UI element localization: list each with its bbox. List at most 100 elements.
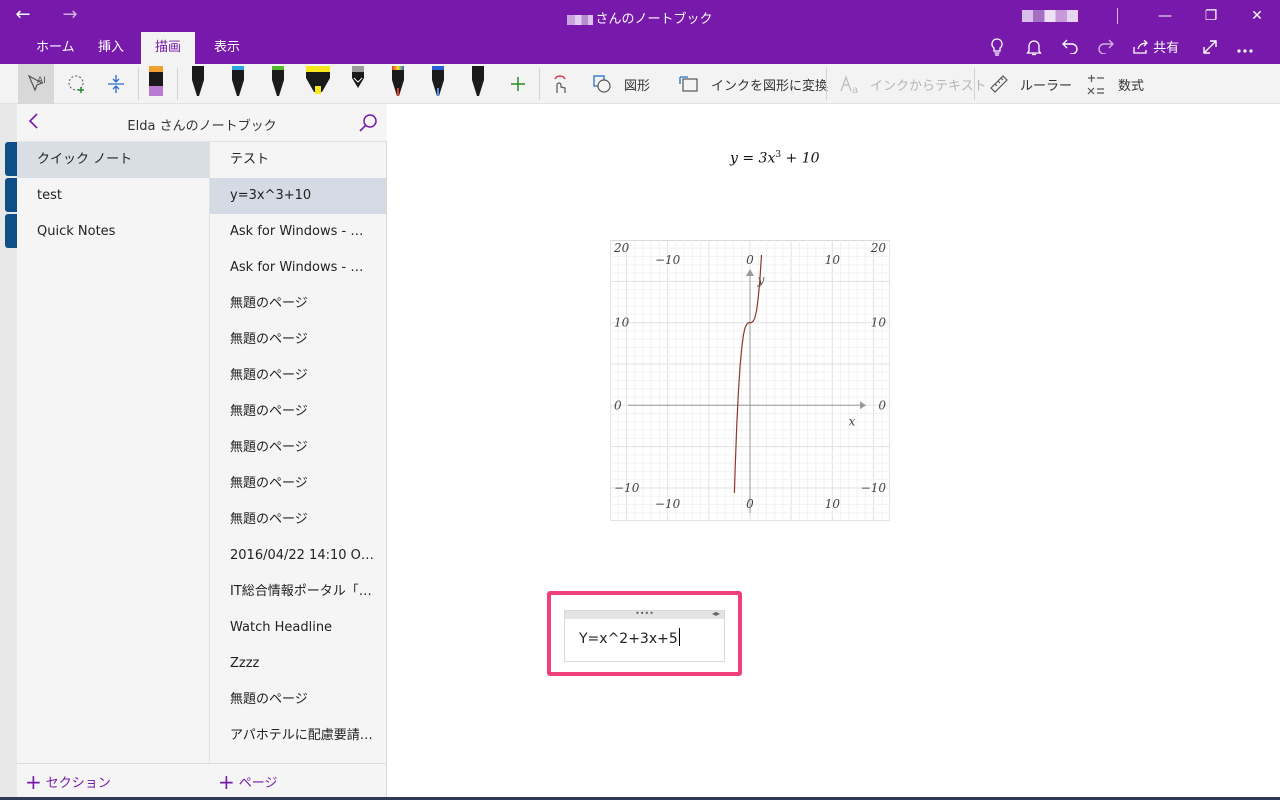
tick-label-x: 0 <box>746 497 754 511</box>
equation-prefix: y = 3x <box>730 150 776 167</box>
section-color-tab[interactable] <box>5 178 17 212</box>
text-container[interactable]: •••• ◂▸ Y=x^2+3x+5 <box>564 610 725 662</box>
ruler-button[interactable]: ルーラー <box>988 64 1072 104</box>
expand-icon[interactable] <box>1199 38 1221 60</box>
tick-label-y: −10 <box>861 481 887 495</box>
page-item[interactable]: y=3x^3+10 <box>210 178 386 214</box>
ink-to-shape-button[interactable]: インクを図形に変換 <box>678 64 828 104</box>
lasso-select-button[interactable] <box>60 64 94 104</box>
tab-view[interactable]: 表示 <box>200 32 254 64</box>
page-item[interactable]: 無題のページ <box>210 502 386 538</box>
section-color-tab[interactable] <box>5 214 17 248</box>
insert-space-icon <box>108 75 124 93</box>
section-item-quick-note[interactable]: クイック ノート <box>17 142 209 178</box>
page-item[interactable]: Ask for Windows - Win... <box>210 214 386 250</box>
tick-label-x: −10 <box>655 253 681 267</box>
notebook-title[interactable]: Elda さんのノートブック <box>17 115 387 134</box>
lightbulb-icon[interactable] <box>986 38 1008 60</box>
title-bar: ← → さんのノートブック — ❐ ✕ <box>0 0 1280 32</box>
math-button[interactable]: 数式 <box>1086 64 1144 104</box>
function-graph[interactable]: −10 0 10−10 0 1020 2010 100 0−10 −10xy <box>610 240 890 521</box>
equation-suffix: + 10 <box>781 150 820 167</box>
tick-label-y: 0 <box>878 398 886 412</box>
pen-black-2[interactable] <box>468 64 488 104</box>
toolbar-separator <box>539 68 540 100</box>
share-icon <box>1133 39 1148 54</box>
notebook-color-strip <box>0 104 17 800</box>
plus-icon <box>511 77 525 91</box>
ink-to-text-button[interactable]: a インクからテキスト <box>838 64 987 104</box>
pencil-gray[interactable] <box>348 64 368 104</box>
ribbon-tabbar: ホーム 挿入 描画 表示 共有 <box>0 32 1280 64</box>
pen-black[interactable] <box>188 64 208 104</box>
share-button[interactable]: 共有 <box>1133 38 1183 60</box>
page-item[interactable]: テスト <box>210 142 386 178</box>
plus-icon: + <box>218 770 235 794</box>
page-item[interactable]: 2016/04/22 14:10 Offic... <box>210 538 386 574</box>
svg-text:AI: AI <box>37 76 46 86</box>
close-button[interactable]: ✕ <box>1234 0 1280 32</box>
type-select-icon: AI <box>27 74 46 92</box>
page-item[interactable]: 無題のページ <box>210 322 386 358</box>
equation-text[interactable]: y = 3x3 + 10 <box>730 150 820 167</box>
touch-draw-button[interactable] <box>546 64 572 104</box>
pen-green[interactable] <box>268 64 288 104</box>
ruler-label: ルーラー <box>1020 78 1073 94</box>
pen-blue[interactable] <box>228 64 248 104</box>
section-item-test[interactable]: test <box>17 178 209 214</box>
page-item[interactable]: Zzzz <box>210 646 386 682</box>
lasso-text-select-button[interactable]: AI <box>18 64 54 104</box>
page-item[interactable]: Watch Headline <box>210 610 386 646</box>
equation-input-value: Y=x^2+3x+5 <box>579 631 678 647</box>
container-grip[interactable]: •••• ◂▸ <box>565 610 724 619</box>
shapes-button[interactable]: 図形 <box>592 64 650 104</box>
redacted-name <box>567 14 594 25</box>
share-label: 共有 <box>1153 41 1180 56</box>
page-item[interactable]: 無題のページ <box>210 358 386 394</box>
tick-label-y: 20 <box>870 241 887 255</box>
page-item[interactable]: IT総合情報ポータル「ITm... <box>210 574 386 610</box>
plus-icon: + <box>25 770 42 794</box>
search-icon[interactable] <box>357 112 379 134</box>
toolbar-separator <box>974 68 975 100</box>
tab-home[interactable]: ホーム <box>22 32 89 64</box>
add-pen-button[interactable] <box>504 64 532 104</box>
tick-label-x: 10 <box>825 253 841 267</box>
pen-rainbow[interactable] <box>388 64 408 104</box>
add-page-button[interactable]: + ページ <box>210 764 278 801</box>
redacted-user-name[interactable] <box>1022 10 1078 22</box>
undo-icon[interactable] <box>1059 38 1081 60</box>
add-section-button[interactable]: + セクション <box>17 764 111 801</box>
pages-bottombar: + ページ <box>210 763 387 800</box>
text-caret <box>678 628 680 646</box>
tab-insert[interactable]: 挿入 <box>84 32 138 64</box>
pen-galaxy[interactable] <box>428 64 448 104</box>
insert-space-button[interactable] <box>100 64 132 104</box>
highlighter-yellow[interactable] <box>304 64 332 104</box>
page-item[interactable]: 無題のページ <box>210 682 386 718</box>
ink-to-shape-label: インクを図形に変換 <box>711 78 829 94</box>
section-item-quick-notes[interactable]: Quick Notes <box>17 214 209 250</box>
page-item[interactable]: 無題のページ <box>210 430 386 466</box>
sections-bottombar: + セクション <box>17 763 210 800</box>
page-item[interactable]: 無題のページ <box>210 394 386 430</box>
touch-drawing-icon <box>554 75 566 93</box>
minimize-button[interactable]: — <box>1142 0 1188 32</box>
equation-input-text[interactable]: Y=x^2+3x+5 <box>579 628 680 647</box>
resize-arrows-icon[interactable]: ◂▸ <box>712 610 720 618</box>
redo-icon[interactable] <box>1095 38 1117 60</box>
tick-label-y: 20 <box>613 241 630 255</box>
page-item[interactable]: Ask for Windows - Win... <box>210 250 386 286</box>
highlighter-orange-pen[interactable] <box>146 64 166 104</box>
ink-to-shape-icon <box>679 76 698 92</box>
page-item[interactable]: 無題のページ <box>210 286 386 322</box>
tab-draw[interactable]: 描画 <box>141 32 196 64</box>
more-icon[interactable] <box>1234 38 1256 60</box>
page-item[interactable]: アパホテルに配慮要請＝... <box>210 718 386 754</box>
window-title-text: さんのノートブック <box>595 12 713 27</box>
tick-label-y: 10 <box>871 316 887 330</box>
bell-icon[interactable] <box>1023 38 1045 60</box>
restore-button[interactable]: ❐ <box>1188 0 1234 32</box>
page-item[interactable]: 無題のページ <box>210 466 386 502</box>
section-color-tab[interactable] <box>5 142 17 176</box>
